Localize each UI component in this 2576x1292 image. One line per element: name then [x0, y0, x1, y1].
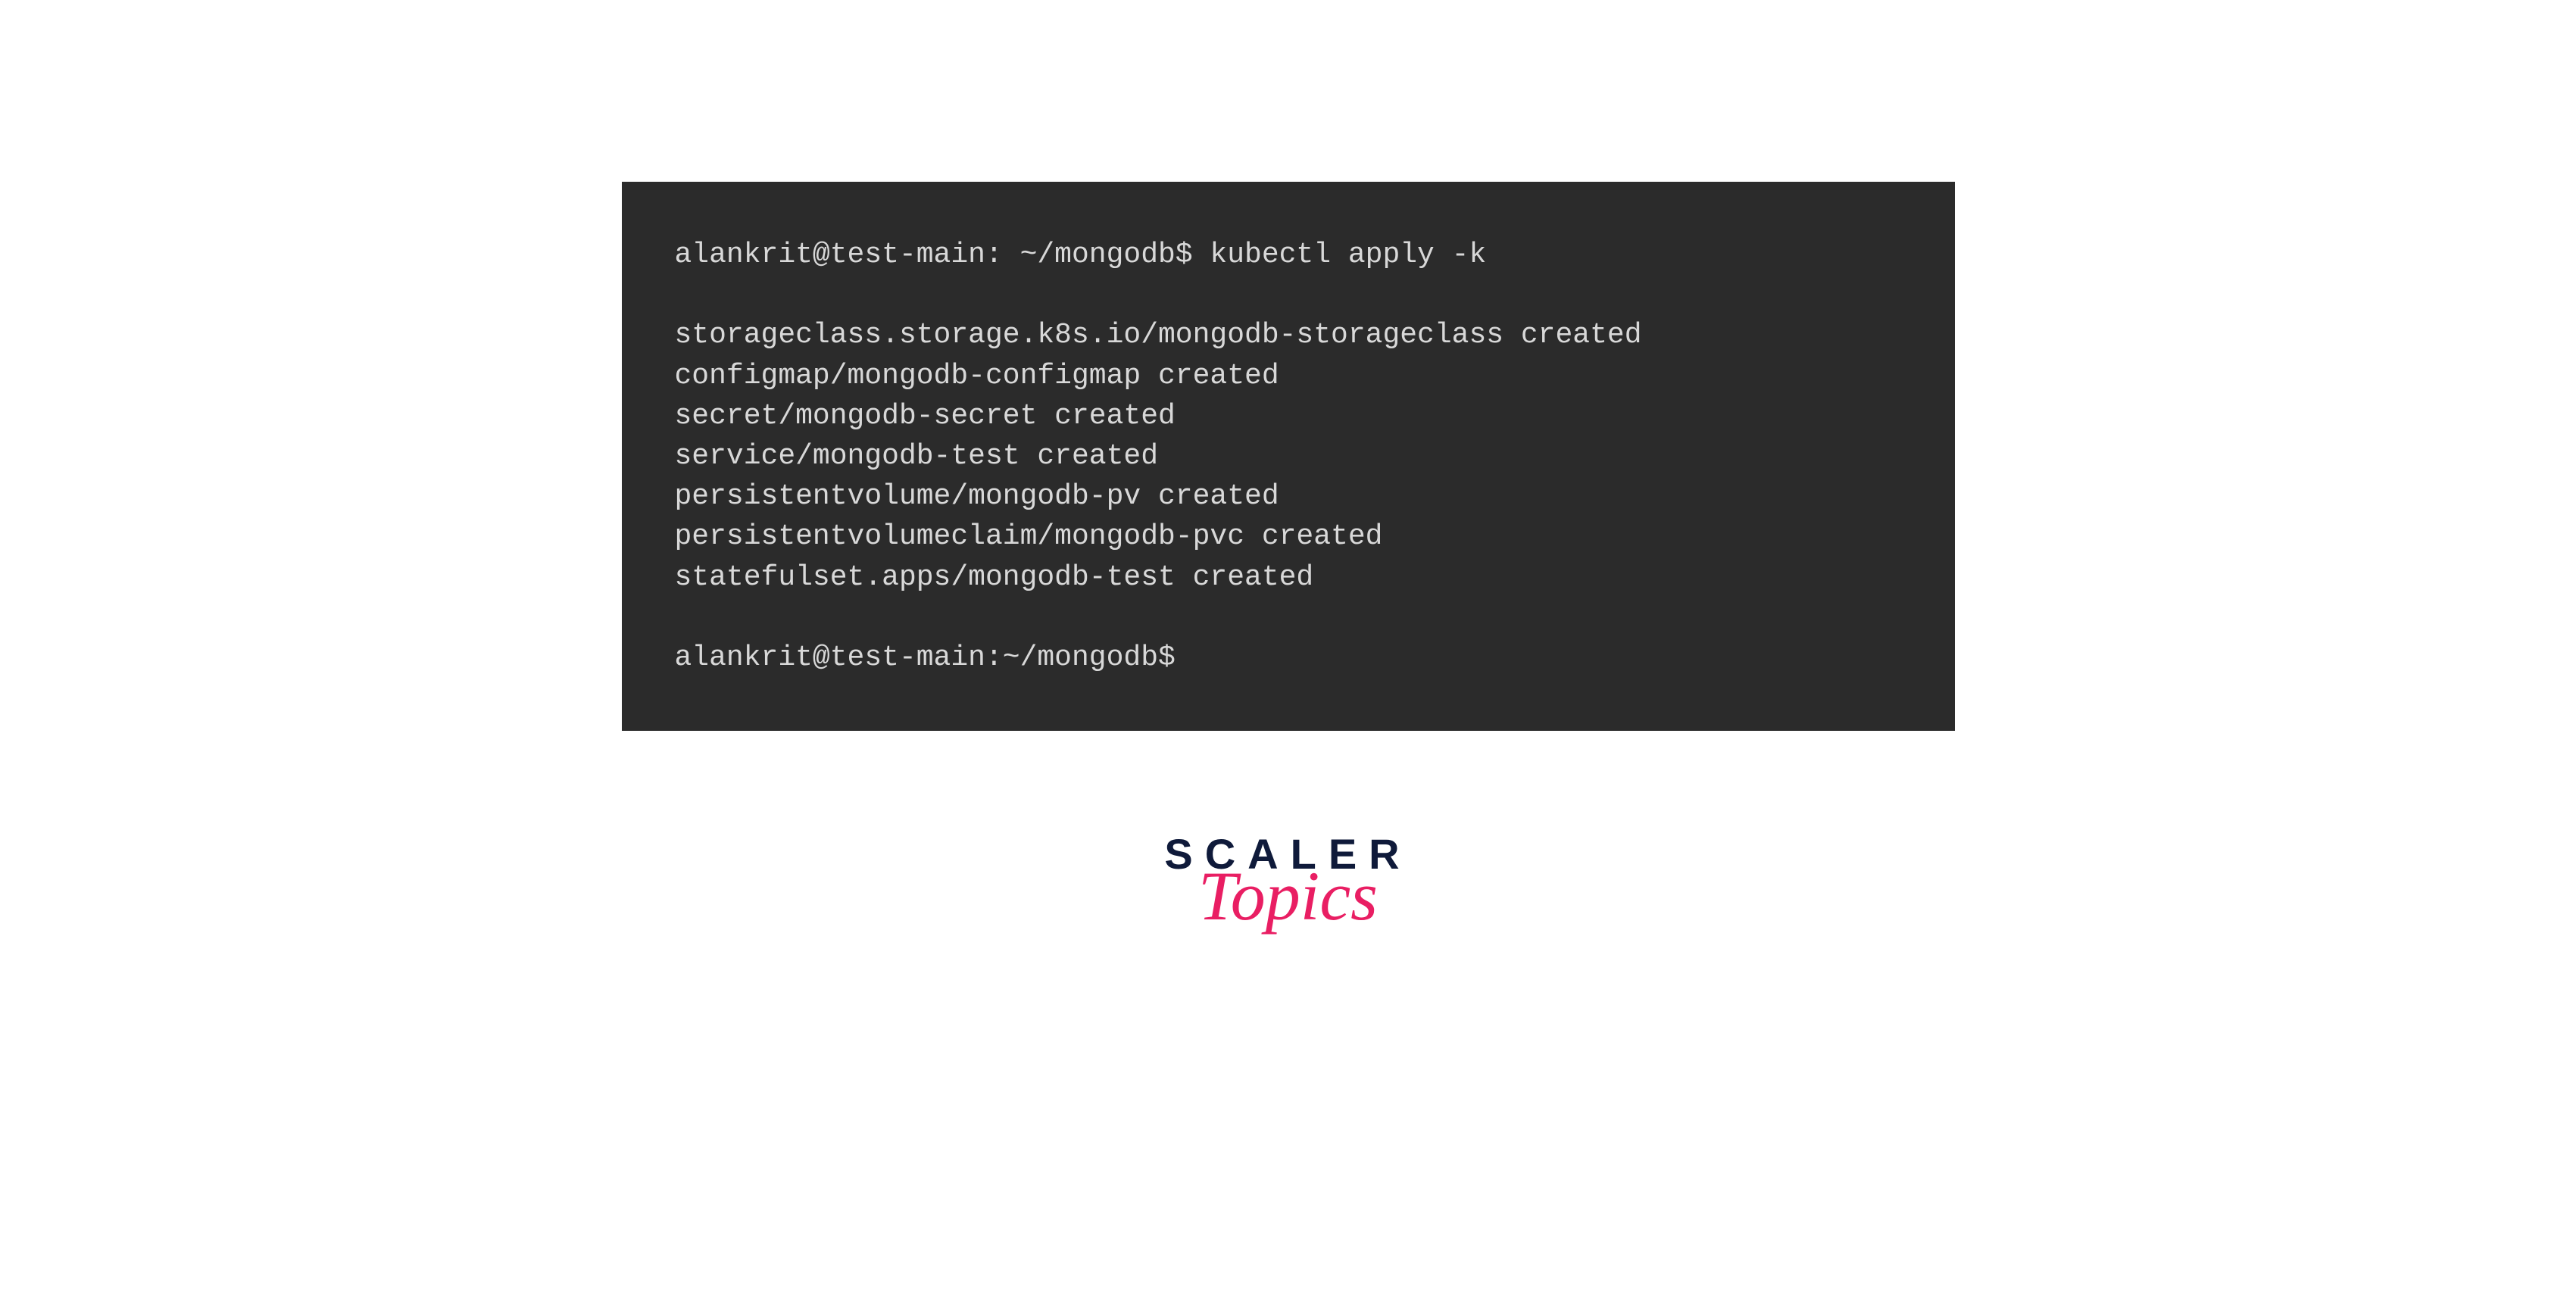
terminal-output-line: persistentvolumeclaim/mongodb-pvc create…	[675, 516, 1902, 557]
terminal-line-prompt: alankrit@test-main: ~/mongodb$ kubectl a…	[675, 235, 1902, 275]
terminal-blank	[675, 598, 1902, 638]
terminal-output-line: service/mongodb-test created	[675, 436, 1902, 476]
terminal-blank	[675, 275, 1902, 315]
terminal-line-prompt: alankrit@test-main:~/mongodb$	[675, 638, 1902, 678]
terminal-output-line: statefulset.apps/mongodb-test created	[675, 557, 1902, 598]
terminal-window[interactable]: alankrit@test-main: ~/mongodb$ kubectl a…	[622, 182, 1955, 731]
terminal-output-line: configmap/mongodb-configmap created	[675, 356, 1902, 396]
terminal-output-line: storageclass.storage.k8s.io/mongodb-stor…	[675, 315, 1902, 355]
terminal-output-line: secret/mongodb-secret created	[675, 396, 1902, 436]
scaler-topics-logo: SCALER Topics	[1164, 829, 1411, 936]
terminal-output-line: persistentvolume/mongodb-pv created	[675, 476, 1902, 516]
logo-text-topics: Topics	[1198, 856, 1378, 936]
